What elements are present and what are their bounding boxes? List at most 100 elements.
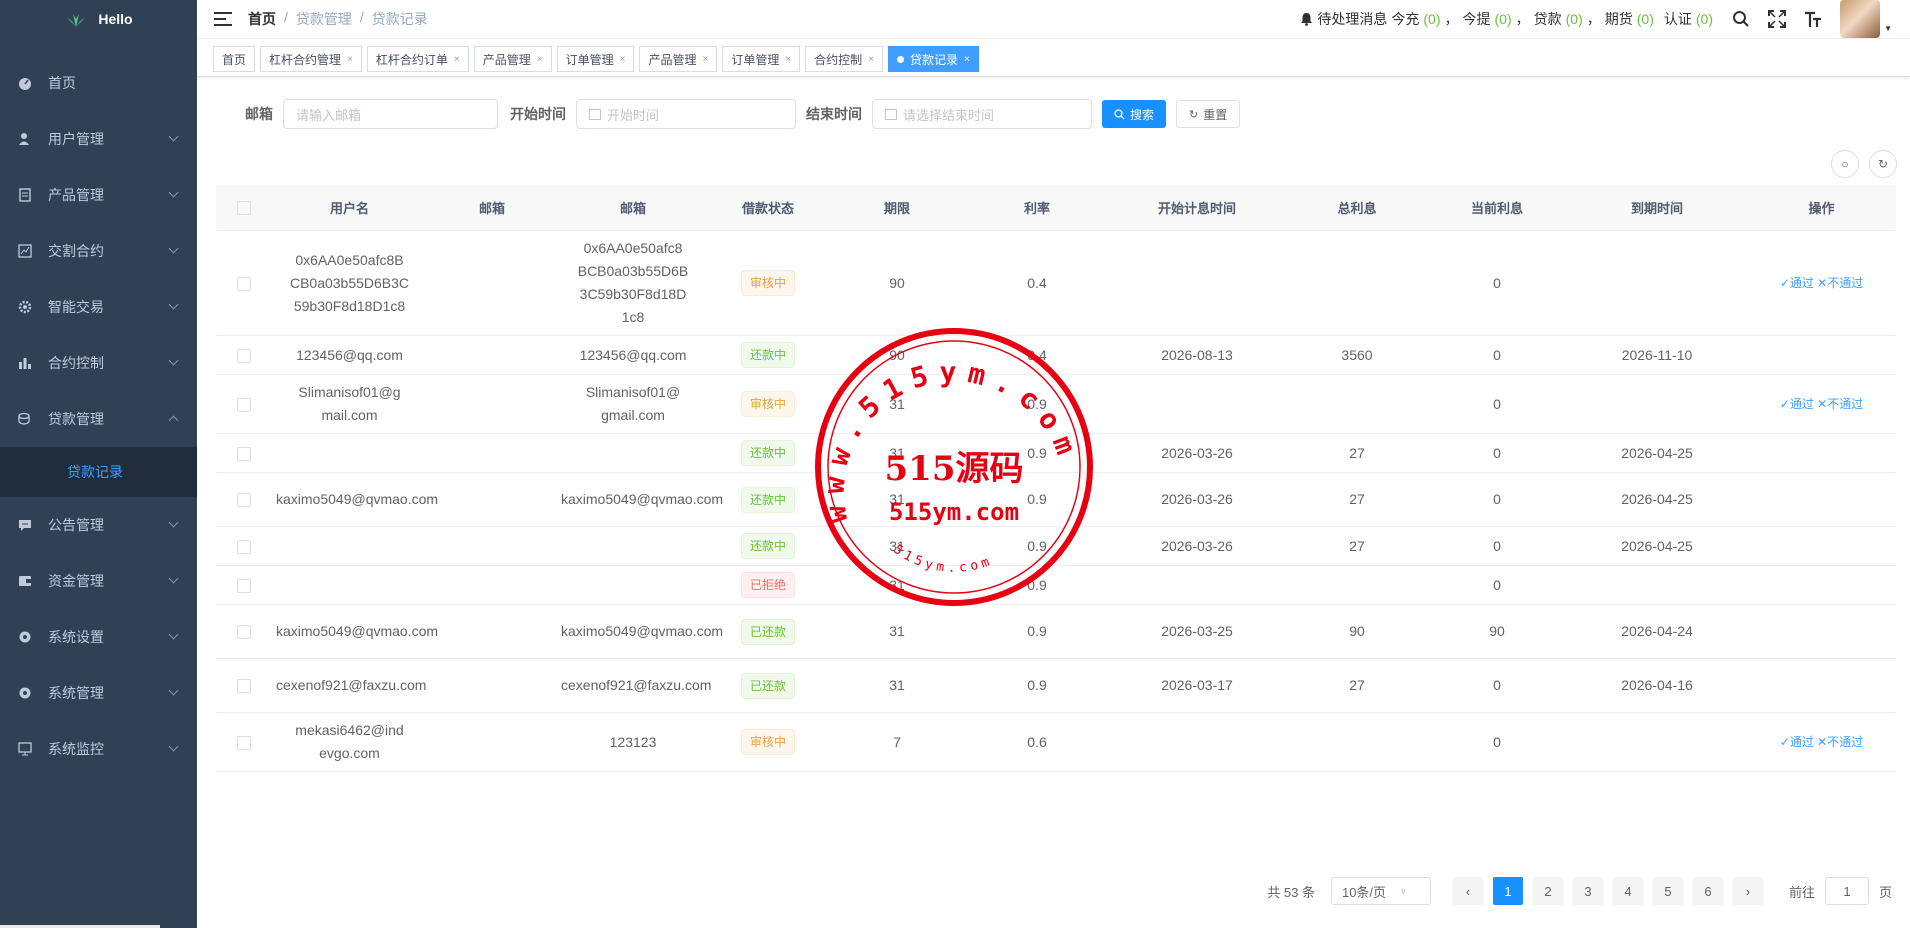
sidebar-item-11[interactable]: 系统监控 (0, 721, 197, 777)
tag-7[interactable]: 合约控制 × (805, 46, 884, 72)
fullscreen-icon[interactable] (1768, 10, 1787, 28)
tag-2[interactable]: 杠杆合约订单 × (366, 46, 469, 72)
tag-1[interactable]: 杠杆合约管理 × (260, 46, 362, 72)
start-time-placeholder: 开始时间 (607, 107, 660, 123)
page-size-select[interactable]: 10条/页 ∨ (1330, 877, 1431, 905)
row-checkbox[interactable] (216, 604, 272, 659)
sidebar-item-1[interactable]: 用户管理 (0, 111, 197, 167)
row-checkbox[interactable] (216, 526, 272, 566)
page-3-button[interactable]: 3 (1572, 877, 1603, 905)
prev-page-button[interactable]: ‹ (1452, 877, 1483, 905)
reject-button[interactable]: ✕不通过 (1814, 735, 1863, 749)
approve-button[interactable]: ✓通过 (1780, 735, 1814, 749)
status-badge: 还款中 (740, 486, 795, 513)
font-size-icon[interactable] (1804, 10, 1822, 28)
refresh-table-button[interactable]: ↻ (1869, 150, 1897, 178)
chevron-right-icon: › (1745, 883, 1751, 899)
search-button[interactable]: 搜索 (1102, 100, 1167, 128)
tag-4[interactable]: 订单管理 × (556, 46, 635, 72)
pending-notice[interactable]: 待处理消息 今充 (0) ， 今提 (0) ， 贷款 (0) ， 期货 (0) … (1300, 0, 1713, 38)
close-icon[interactable]: × (620, 54, 626, 65)
row-checkbox[interactable] (216, 712, 272, 772)
caret-down-icon[interactable]: ▼ (1884, 24, 1892, 33)
close-icon[interactable]: × (785, 54, 791, 65)
cell-rate: 0.9 (967, 658, 1107, 713)
tag-8[interactable]: 贷款记录 × (888, 46, 979, 72)
breadcrumb-loan-management[interactable]: 贷款管理 (296, 9, 352, 29)
sidebar-item-9[interactable]: 系统设置 (0, 609, 197, 665)
reset-button[interactable]: ↻ 重置 (1176, 100, 1241, 128)
search-form: 邮箱 请输入邮箱 开始时间 开始时间 结束时间 请选择结束时间 搜索 ↻ 重置 (245, 99, 1241, 129)
cell-actions (1747, 472, 1896, 527)
page-6-button[interactable]: 6 (1692, 877, 1723, 905)
page-2-button[interactable]: 2 (1532, 877, 1563, 905)
table-row[interactable]: kaximo5049@qvmao.com kaximo5049@qvmao.com… (216, 604, 1896, 659)
notice-sep: ， (1515, 11, 1530, 27)
calendar-icon (885, 108, 897, 120)
col-status: 借款状态 (709, 185, 827, 231)
cell-email (427, 658, 557, 713)
tag-5[interactable]: 产品管理 × (639, 46, 718, 72)
tag-label: 产品管理 (648, 52, 697, 67)
close-icon[interactable]: × (537, 54, 543, 65)
cell-email (427, 712, 557, 772)
sidebar-item-3[interactable]: 交割合约 (0, 223, 197, 279)
page-4-button[interactable]: 4 (1612, 877, 1643, 905)
sidebar-item-0[interactable]: 首页 (0, 55, 197, 111)
logo[interactable]: Hello (0, 0, 197, 38)
select-all-checkbox[interactable] (216, 185, 272, 231)
row-checkbox[interactable] (216, 565, 272, 605)
tags-view: 首页 杠杆合约管理 × 杠杆合约订单 × 产品管理 × 订单管理 × 产品管理 × 订单管理 × 合约控制… (197, 46, 1910, 77)
reject-button[interactable]: ✕不通过 (1814, 397, 1863, 411)
close-icon[interactable]: × (868, 54, 874, 65)
sidebar-item-10[interactable]: 系统管理 (0, 665, 197, 721)
toggle-search-button[interactable]: ○ (1831, 150, 1859, 178)
tag-0[interactable]: 首页 (213, 46, 256, 72)
row-checkbox[interactable] (216, 374, 272, 434)
row-checkbox[interactable] (216, 230, 272, 336)
close-icon[interactable]: × (454, 54, 460, 65)
sidebar-item-4[interactable]: 智能交易 (0, 279, 197, 335)
close-icon[interactable]: × (347, 54, 353, 65)
cell-start-time: 2026-03-25 (1107, 604, 1287, 659)
sidebar-item-6[interactable]: 贷款管理 (0, 391, 197, 447)
hamburger-icon[interactable] (214, 12, 232, 26)
col-total-interest: 总利息 (1287, 185, 1427, 231)
end-time-picker[interactable]: 请选择结束时间 (872, 99, 1092, 129)
chevron-down-icon (168, 299, 179, 310)
table-row[interactable]: 0x6AA0e50afc8B CB0a03b55D6B3C 59b30F8d18… (216, 230, 1896, 336)
row-checkbox[interactable] (216, 433, 272, 473)
row-checkbox[interactable] (216, 335, 272, 375)
avatar[interactable] (1840, 0, 1881, 38)
cell-start-time (1107, 230, 1287, 336)
sidebar-menu: 首页 用户管理 产品管理 交割合约 智能交易 合约控制 贷款管理 贷款记录 公告管理 资金管理 系统… (0, 55, 197, 777)
table-row[interactable]: mekasi6462@ind evgo.com 123123 审核中 7 0.6 0 ✓通过… (216, 712, 1896, 772)
row-checkbox[interactable] (216, 658, 272, 713)
col-email: 邮箱 (427, 185, 557, 231)
notice-label: 待处理消息 (1317, 11, 1388, 27)
sidebar-subitem-loan-records[interactable]: 贷款记录 (0, 447, 197, 497)
chevron-down-icon (168, 685, 179, 696)
reject-button[interactable]: ✕不通过 (1814, 276, 1863, 290)
cell-actions (1747, 658, 1896, 713)
row-checkbox[interactable] (216, 472, 272, 527)
start-time-picker[interactable]: 开始时间 (576, 99, 796, 129)
approve-button[interactable]: ✓通过 (1780, 397, 1814, 411)
page-5-button[interactable]: 5 (1652, 877, 1683, 905)
search-icon[interactable] (1732, 10, 1750, 28)
close-icon[interactable]: × (964, 54, 970, 65)
breadcrumb-home[interactable]: 首页 (248, 9, 276, 29)
page-1-button[interactable]: 1 (1492, 877, 1523, 905)
sidebar-item-5[interactable]: 合约控制 (0, 335, 197, 391)
email-input[interactable]: 请输入邮箱 (283, 99, 498, 129)
tag-6[interactable]: 订单管理 × (722, 46, 801, 72)
next-page-button[interactable]: › (1732, 877, 1763, 905)
close-icon[interactable]: × (702, 54, 708, 65)
tag-3[interactable]: 产品管理 × (473, 46, 552, 72)
sidebar-item-7[interactable]: 公告管理 (0, 497, 197, 553)
goto-page-input[interactable]: 1 (1824, 877, 1869, 905)
sidebar-item-2[interactable]: 产品管理 (0, 167, 197, 223)
table-row[interactable]: cexenof921@faxzu.com cexenof921@faxzu.com… (216, 658, 1896, 713)
approve-button[interactable]: ✓通过 (1780, 276, 1814, 290)
sidebar-item-8[interactable]: 资金管理 (0, 553, 197, 609)
